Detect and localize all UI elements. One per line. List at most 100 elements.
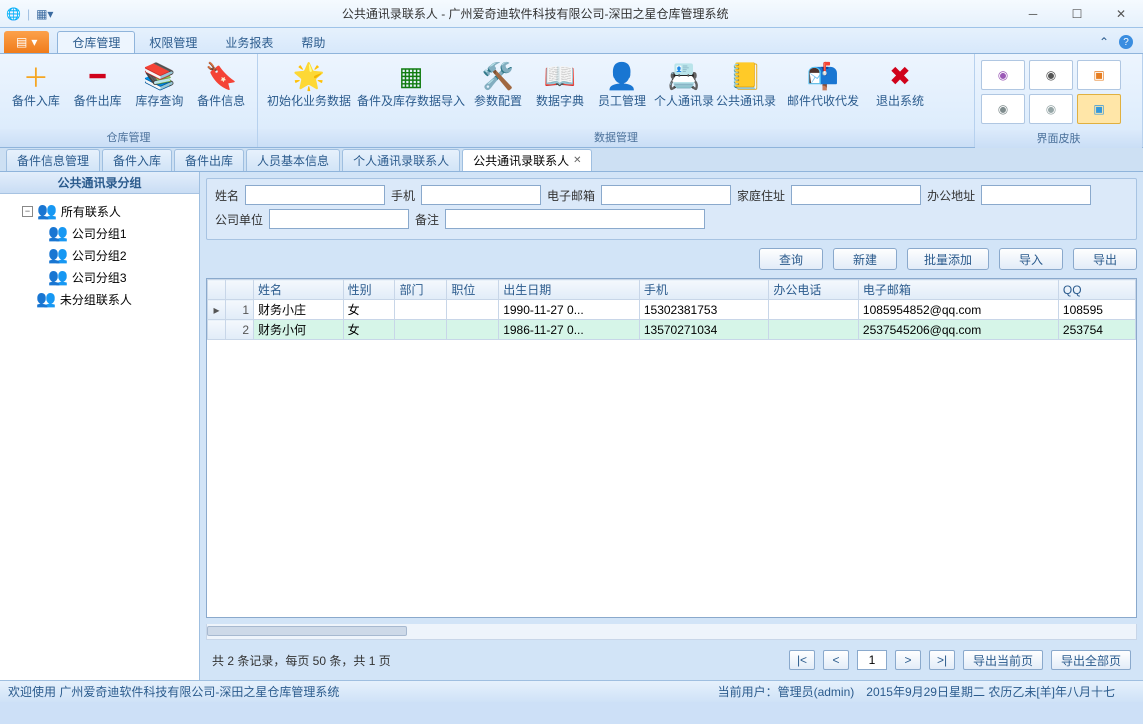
import-button[interactable]: 导入 — [999, 248, 1063, 270]
ribbon-help-icon[interactable]: ? — [1119, 35, 1133, 49]
tree-child[interactable]: 👥公司分组3 — [4, 266, 195, 288]
minimize-button[interactable]: ─ — [1011, 0, 1055, 28]
label-remark: 备注 — [415, 211, 439, 228]
tree-child[interactable]: 👥公司分组2 — [4, 244, 195, 266]
ribbon-tab-warehouse[interactable]: 仓库管理 — [57, 31, 135, 53]
group-icon: 👥 — [48, 245, 68, 265]
skin-option[interactable]: ◉ — [1029, 60, 1073, 90]
search-panel: 姓名 手机 电子邮箱 家庭住址 办公地址 公司单位 备注 — [206, 178, 1137, 240]
ribbon-tab-help[interactable]: 帮助 — [287, 31, 339, 53]
doctab[interactable]: 人员基本信息 — [246, 149, 340, 171]
skin-option[interactable]: ◉ — [981, 94, 1025, 124]
sidebar: 公共通讯录分组 − 👥 所有联系人 👥公司分组1 👥公司分组2 👥公司分组3 👥… — [0, 172, 200, 680]
input-company[interactable] — [269, 209, 409, 229]
maximize-button[interactable]: ☐ — [1055, 0, 1099, 28]
doctab-active[interactable]: 公共通讯录联系人✕ — [462, 149, 592, 171]
doctab[interactable]: 备件信息管理 — [6, 149, 100, 171]
ribbon-item-gab[interactable]: 📒公共通讯录 — [716, 58, 776, 110]
col-email[interactable]: 电子邮箱 — [858, 280, 1058, 300]
query-button[interactable]: 查询 — [759, 248, 823, 270]
skin-chooser: ◉ ◉ ▣ ◉ ◉ ▣ — [975, 54, 1142, 130]
ribbon-item-pab[interactable]: 📇个人通讯录 — [654, 58, 714, 110]
ribbon-item-dict[interactable]: 📖数据字典 — [530, 58, 590, 110]
batch-add-button[interactable]: 批量添加 — [907, 248, 989, 270]
input-email[interactable] — [601, 185, 731, 205]
ribbon-group-label: 界面皮肤 — [975, 130, 1142, 148]
ribbon-item-mail[interactable]: 📬邮件代收代发 — [778, 58, 868, 110]
pager: 共 2 条记录，每页 50 条，共 1 页 |< < > >| 导出当前页 导出… — [206, 646, 1137, 674]
group-icon: 👥 — [37, 201, 57, 221]
export-page-button[interactable]: 导出当前页 — [963, 650, 1043, 670]
ribbon-group-label: 数据管理 — [258, 129, 974, 147]
skin-option-selected[interactable]: ▣ — [1077, 94, 1121, 124]
col-mobile[interactable]: 手机 — [639, 280, 769, 300]
skin-option[interactable]: ◉ — [981, 60, 1025, 90]
last-page-button[interactable]: >| — [929, 650, 955, 670]
app-icon: 🌐 — [6, 7, 21, 21]
col-pos[interactable]: 职位 — [447, 280, 499, 300]
doctab[interactable]: 备件入库 — [102, 149, 172, 171]
ribbon-item-config[interactable]: 🛠️参数配置 — [468, 58, 528, 110]
ribbon-item-query[interactable]: 📚库存查询 — [130, 58, 190, 110]
row-index: 1 — [226, 300, 254, 320]
ribbon-item-exit[interactable]: ✖退出系统 — [870, 58, 930, 110]
tree-child[interactable]: 👥公司分组1 — [4, 222, 195, 244]
prev-page-button[interactable]: < — [823, 650, 849, 670]
new-button[interactable]: 新建 — [833, 248, 897, 270]
group-tree: − 👥 所有联系人 👥公司分组1 👥公司分组2 👥公司分组3 👥未分组联系人 — [0, 194, 199, 680]
input-name[interactable] — [245, 185, 385, 205]
next-page-button[interactable]: > — [895, 650, 921, 670]
ribbon-collapse-icon[interactable]: ⌃ — [1099, 35, 1109, 49]
export-all-button[interactable]: 导出全部页 — [1051, 650, 1131, 670]
horizontal-scrollbar[interactable] — [206, 624, 1137, 640]
pager-info: 共 2 条记录，每页 50 条，共 1 页 — [212, 652, 391, 669]
data-grid[interactable]: 姓名 性别 部门 职位 出生日期 手机 办公电话 电子邮箱 QQ ▸ 1 财务小… — [206, 278, 1137, 618]
ribbon-item-import[interactable]: ▦备件及库存数据导入 — [356, 58, 466, 110]
ribbon-item-info[interactable]: 🔖备件信息 — [191, 58, 251, 110]
export-button[interactable]: 导出 — [1073, 248, 1137, 270]
tree-label: 未分组联系人 — [60, 291, 132, 308]
tree-toggle-icon[interactable]: − — [22, 206, 33, 217]
ribbon-item-in[interactable]: ＋备件入库 — [6, 58, 66, 110]
input-mobile[interactable] — [421, 185, 541, 205]
col-qq[interactable]: QQ — [1058, 280, 1135, 300]
first-page-button[interactable]: |< — [789, 650, 815, 670]
tree-root[interactable]: − 👥 所有联系人 — [4, 200, 195, 222]
skin-option[interactable]: ◉ — [1029, 94, 1073, 124]
col-name[interactable]: 姓名 — [254, 280, 344, 300]
col-dept[interactable]: 部门 — [395, 280, 447, 300]
ribbon-tab-report[interactable]: 业务报表 — [211, 31, 287, 53]
doctab[interactable]: 备件出库 — [174, 149, 244, 171]
tree-other[interactable]: 👥未分组联系人 — [4, 288, 195, 310]
close-tab-icon[interactable]: ✕ — [573, 155, 581, 166]
file-menu-button[interactable]: ▤▾ — [4, 31, 49, 53]
page-input[interactable] — [857, 650, 887, 670]
doctab[interactable]: 个人通讯录联系人 — [342, 149, 460, 171]
ribbon-tab-permission[interactable]: 权限管理 — [135, 31, 211, 53]
ribbon-item-init[interactable]: 🌟初始化业务数据 — [264, 58, 354, 110]
label-company: 公司单位 — [215, 211, 263, 228]
tree-label: 公司分组1 — [72, 225, 127, 242]
input-remark[interactable] — [445, 209, 705, 229]
sidebar-title: 公共通讯录分组 — [0, 172, 199, 194]
group-icon: 👥 — [48, 267, 68, 287]
qat-item[interactable]: ▦▾ — [36, 7, 53, 21]
skin-option[interactable]: ▣ — [1077, 60, 1121, 90]
input-home[interactable] — [791, 185, 921, 205]
col-sex[interactable]: 性别 — [343, 280, 395, 300]
table-row[interactable]: ▸ 1 财务小庄 女 1990-11-27 0... 15302381753 1… — [208, 300, 1136, 320]
status-welcome: 欢迎使用 广州爱奇迪软件科技有限公司-深田之星仓库管理系统 — [8, 683, 339, 700]
label-home: 家庭住址 — [737, 187, 785, 204]
col-birth[interactable]: 出生日期 — [499, 280, 640, 300]
document-tabs: 备件信息管理 备件入库 备件出库 人员基本信息 个人通讯录联系人 公共通讯录联系… — [0, 148, 1143, 172]
col-tel[interactable]: 办公电话 — [769, 280, 859, 300]
close-button[interactable]: ✕ — [1099, 0, 1143, 28]
tree-label: 所有联系人 — [61, 203, 121, 220]
ribbon-item-out[interactable]: ━备件出库 — [68, 58, 128, 110]
ribbon-item-emp[interactable]: 👤员工管理 — [592, 58, 652, 110]
window-title: 公共通讯录联系人 - 广州爱奇迪软件科技有限公司-深田之星仓库管理系统 — [59, 5, 1011, 22]
input-office[interactable] — [981, 185, 1091, 205]
row-index: 2 — [226, 320, 254, 340]
table-row[interactable]: 2 财务小何 女 1986-11-27 0... 13570271034 253… — [208, 320, 1136, 340]
action-buttons: 查询 新建 批量添加 导入 导出 — [206, 246, 1137, 272]
